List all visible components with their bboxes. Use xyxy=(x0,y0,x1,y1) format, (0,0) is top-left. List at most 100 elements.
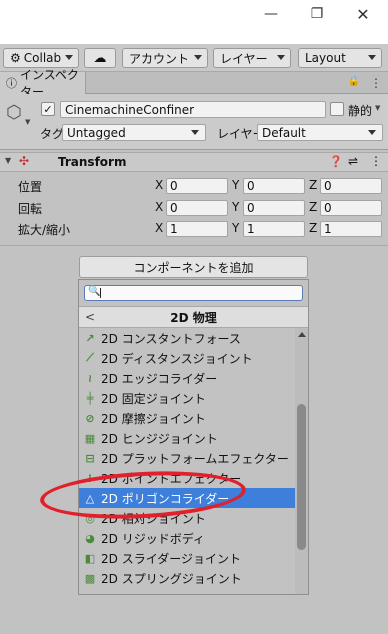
position-x-field[interactable]: 0 xyxy=(166,178,228,194)
scale-y-field[interactable]: 1 xyxy=(243,221,305,237)
foldout-arrow-icon[interactable]: ▼ xyxy=(5,156,11,165)
object-name-field[interactable]: CinemachineConfiner xyxy=(60,101,326,118)
info-icon: ⓘ xyxy=(6,77,17,90)
list-scrollbar[interactable] xyxy=(295,328,308,594)
chevron-down-icon xyxy=(277,55,285,60)
list-item-distance-joint[interactable]: ⟋ 2D ディスタンスジョイント xyxy=(79,348,295,368)
axis-x-label: X xyxy=(155,200,164,214)
maximize-button[interactable]: ❐ xyxy=(294,0,340,28)
collab-label: Collab xyxy=(23,51,62,65)
axis-z-label: Z xyxy=(309,200,318,214)
kebab-menu-icon[interactable]: ⋮ xyxy=(370,154,382,168)
axis-y-label: Y xyxy=(232,200,240,214)
position-z-field[interactable]: 0 xyxy=(320,178,382,194)
gear-icon: ⚙ xyxy=(10,51,21,65)
list-item-label: 2D 摩擦ジョイント xyxy=(101,411,206,426)
list-item-fixed-joint[interactable]: ╪ 2D 固定ジョイント xyxy=(79,388,295,408)
transform-title: Transform xyxy=(58,155,127,169)
list-item-edge-collider[interactable]: ≀ 2D エッジコライダー xyxy=(79,368,295,388)
transform-header[interactable]: ▼ ✣ Transform ❓ ⇌ ⋮ xyxy=(0,152,388,172)
friction-joint-icon: ⊘ xyxy=(85,411,95,425)
scale-z-field[interactable]: 1 xyxy=(320,221,382,237)
lock-icon[interactable]: 🔒 xyxy=(348,76,360,90)
axis-z-label: Z xyxy=(309,221,318,235)
tag-dropdown[interactable]: Untagged xyxy=(62,124,206,141)
chevron-down-icon[interactable]: ▼ xyxy=(375,104,380,112)
transform-axes-icon: ✣ xyxy=(19,154,30,168)
rotation-z-field[interactable]: 0 xyxy=(320,200,382,216)
slider-joint-icon: ◧ xyxy=(84,551,96,565)
list-item-platform-effector[interactable]: ⊟ 2D プラットフォームエフェクター xyxy=(79,448,295,468)
component-search-input[interactable]: 🔍 xyxy=(84,285,303,301)
static-checkbox[interactable] xyxy=(330,102,344,116)
axis-y-label: Y xyxy=(232,221,240,235)
rotation-label: 回転 xyxy=(18,202,43,216)
platform-effector-icon: ⊟ xyxy=(85,451,95,465)
chevron-down-icon xyxy=(191,130,199,135)
chevron-down-icon xyxy=(194,55,202,60)
list-item-spring-joint[interactable]: ▩ 2D スプリングジョイント xyxy=(79,568,295,588)
scale-x-field[interactable]: 1 xyxy=(166,221,228,237)
position-y-field[interactable]: 0 xyxy=(243,178,305,194)
chevron-down-icon xyxy=(65,55,73,60)
list-item-hinge-joint[interactable]: ▦ 2D ヒンジジョイント xyxy=(79,428,295,448)
edge-collider-icon: ≀ xyxy=(87,371,93,385)
axis-x-label: X xyxy=(155,221,164,235)
distance-joint-icon: ⟋ xyxy=(86,351,94,364)
layout-label: Layout xyxy=(305,51,346,65)
collab-dropdown[interactable]: ⚙ Collab xyxy=(3,48,79,68)
component-list: ↗ 2D コンスタントフォース ⟋ 2D ディスタンスジョイント ≀ 2D エッ… xyxy=(79,328,295,594)
list-item-polygon-collider[interactable]: △ 2D ポリゴンコライダー xyxy=(79,488,295,508)
list-item-rigidbody[interactable]: ◕ 2D リジッドボディ xyxy=(79,528,295,548)
relative-joint-icon: ◎ xyxy=(85,511,95,525)
list-item-label: 2D プラットフォームエフェクター xyxy=(101,451,289,466)
rigidbody-icon: ◕ xyxy=(85,531,95,545)
presets-icon[interactable]: ⇌ xyxy=(348,154,358,168)
gameobject-header: ⬡ ▼ ✓ CinemachineConfiner 静的 ▼ タグ Untagg… xyxy=(0,94,388,150)
scrollbar-thumb[interactable] xyxy=(297,404,306,550)
scale-label: 拡大/縮小 xyxy=(18,223,71,237)
category-header: < 2D 物理 xyxy=(79,306,308,328)
chevron-down-icon xyxy=(368,130,376,135)
minimize-button[interactable]: — xyxy=(248,0,294,28)
polygon-collider-icon: △ xyxy=(85,491,95,505)
list-item-label: 2D スプリングジョイント xyxy=(101,571,242,586)
kebab-menu-icon[interactable]: ⋮ xyxy=(370,76,382,90)
transform-body: 位置 X 0 Y 0 Z 0 回転 X 0 Y 0 Z 0 拡大/縮小 X 1 … xyxy=(0,172,388,246)
add-component-popup: 🔍 < 2D 物理 ↗ 2D コンスタントフォース ⟋ 2D ディスタンスジョイ… xyxy=(78,279,309,595)
rotation-x-field[interactable]: 0 xyxy=(166,200,228,216)
help-icon[interactable]: ❓ xyxy=(329,155,343,168)
layout-dropdown[interactable]: Layout xyxy=(298,48,382,68)
cloud-button[interactable]: ☁ xyxy=(84,48,116,68)
list-item-constant-force[interactable]: ↗ 2D コンスタントフォース xyxy=(79,328,295,348)
list-item-friction-joint[interactable]: ⊘ 2D 摩擦ジョイント xyxy=(79,408,295,428)
chevron-down-icon[interactable]: ▼ xyxy=(25,118,30,126)
layer-dropdown[interactable]: Default xyxy=(257,124,383,141)
list-item-point-effector[interactable]: ⁞ 2D ポイントエフェクター xyxy=(79,468,295,488)
list-item-label: 2D 相対ジョイント xyxy=(101,511,206,526)
gameobject-cube-icon: ⬡ xyxy=(6,102,22,123)
close-button[interactable]: ✕ xyxy=(340,0,386,28)
list-item-relative-joint[interactable]: ◎ 2D 相対ジョイント xyxy=(79,508,295,528)
inspector-tabbar: ⓘ インスペクター 🔒 ⋮ xyxy=(0,68,388,99)
axis-x-label: X xyxy=(155,178,164,192)
account-dropdown[interactable]: アカウント xyxy=(122,48,208,68)
point-effector-icon: ⁞ xyxy=(87,471,93,485)
list-item-label: 2D ポリゴンコライダー xyxy=(101,491,230,506)
window-titlebar: — ❐ ✕ xyxy=(0,0,388,44)
scroll-up-icon[interactable] xyxy=(298,332,306,337)
list-item-label: 2D ディスタンスジョイント xyxy=(101,351,253,366)
layers-dropdown[interactable]: レイヤー xyxy=(213,48,291,68)
axis-y-label: Y xyxy=(232,178,240,192)
back-arrow-icon[interactable]: < xyxy=(85,310,95,324)
hinge-joint-icon: ▦ xyxy=(84,431,96,445)
list-item-slider-joint[interactable]: ◧ 2D スライダージョイント xyxy=(79,548,295,568)
constant-force-icon: ↗ xyxy=(85,331,95,345)
position-row: 位置 X 0 Y 0 Z 0 xyxy=(0,177,388,197)
layers-label: レイヤー xyxy=(220,51,268,66)
active-checkbox[interactable]: ✓ xyxy=(41,102,55,116)
tab-inspector[interactable]: ⓘ インスペクター xyxy=(0,68,86,99)
list-item-label: 2D スライダージョイント xyxy=(101,551,241,566)
add-component-button[interactable]: コンポーネントを追加 xyxy=(79,256,308,278)
rotation-y-field[interactable]: 0 xyxy=(243,200,305,216)
